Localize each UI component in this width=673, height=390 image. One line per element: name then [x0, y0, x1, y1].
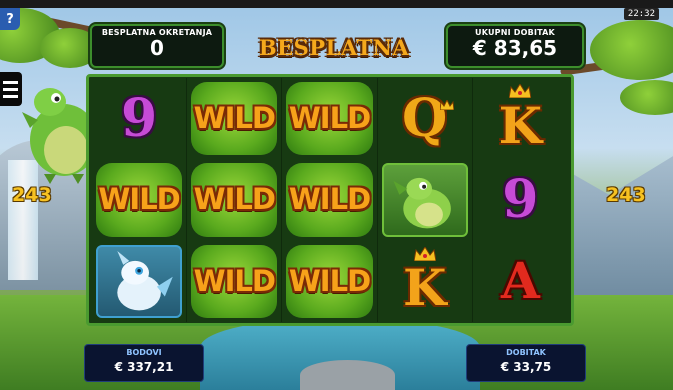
free-spins-count: 0: [150, 36, 164, 60]
symbol-wild: WILD: [286, 244, 373, 318]
tree-foliage-right: [590, 20, 673, 80]
symbol-ace: A: [500, 251, 540, 311]
symbol-wild: WILD: [191, 163, 278, 237]
reel-cell: [378, 159, 473, 241]
reel-cell: WILD: [187, 78, 283, 160]
menu-button[interactable]: [0, 72, 22, 106]
reel-cell: WILD: [92, 159, 188, 241]
reel-cell: WILD: [282, 159, 378, 241]
symbol-blue-dragon: [96, 244, 183, 318]
feature-title: BESPLATNA OKRETANJA: [258, 35, 410, 100]
symbol-wild: WILD: [286, 163, 373, 237]
crown-icon: [439, 100, 454, 110]
win-label: DOBITAK: [506, 348, 546, 357]
help-button[interactable]: ?: [0, 8, 20, 30]
win-panel: DOBITAK € 33,75: [466, 344, 586, 382]
symbol-wild: WILD: [191, 244, 278, 318]
reel-cell: WILD: [187, 240, 283, 322]
crown-icon: [509, 84, 532, 98]
balance-label: BODOVI: [126, 348, 162, 357]
clock: 22:32: [623, 8, 659, 20]
menu-icon-line-3: [3, 94, 18, 98]
balance-value: € 337,21: [114, 360, 174, 374]
menu-icon-line-1: [3, 80, 18, 84]
reel-cell: A: [473, 241, 568, 322]
blue-dragon-icon: [117, 250, 173, 311]
reel-cell: K: [378, 240, 473, 322]
symbol-nine: 9: [502, 168, 539, 230]
symbol-wild: WILD: [191, 82, 278, 156]
top-bar: [0, 0, 673, 8]
reel-grid: 9 WILD WILD Q K WILD WILD WILD 9 WILD WI…: [92, 78, 568, 322]
symbol-wild: WILD: [96, 163, 183, 237]
ways-count-left: 243: [12, 184, 52, 206]
ways-count-right: 243: [606, 184, 646, 206]
crown-icon: [413, 246, 436, 261]
reel-cell: Q: [378, 78, 473, 160]
reel-cell: 9: [92, 78, 188, 160]
symbol-king: K: [402, 258, 447, 318]
free-spins-panel: BESPLATNA OKRETANJA 0: [90, 24, 224, 68]
balance-panel: BODOVI € 337,21: [84, 344, 204, 382]
win-value: € 33,75: [500, 360, 552, 374]
tree-foliage-right-2: [620, 80, 673, 115]
total-win-panel: UKUPNI DOBITAK € 83,65: [446, 24, 584, 68]
total-win-value: € 83,65: [472, 36, 558, 60]
reel-cell: [92, 240, 188, 322]
symbol-king: K: [498, 95, 543, 155]
reel-cell: WILD: [187, 159, 283, 241]
symbol-green-dragon: [381, 163, 468, 237]
reel-cell: 9: [473, 159, 568, 240]
menu-icon-line-2: [3, 87, 18, 91]
reel-cell: WILD: [282, 78, 378, 160]
green-dragon-icon: [393, 178, 451, 229]
reel-cell: K: [473, 78, 568, 159]
reel-cell: WILD: [282, 240, 378, 322]
rock: [300, 360, 395, 390]
symbol-wild: WILD: [286, 82, 373, 156]
symbol-nine: 9: [121, 87, 158, 149]
